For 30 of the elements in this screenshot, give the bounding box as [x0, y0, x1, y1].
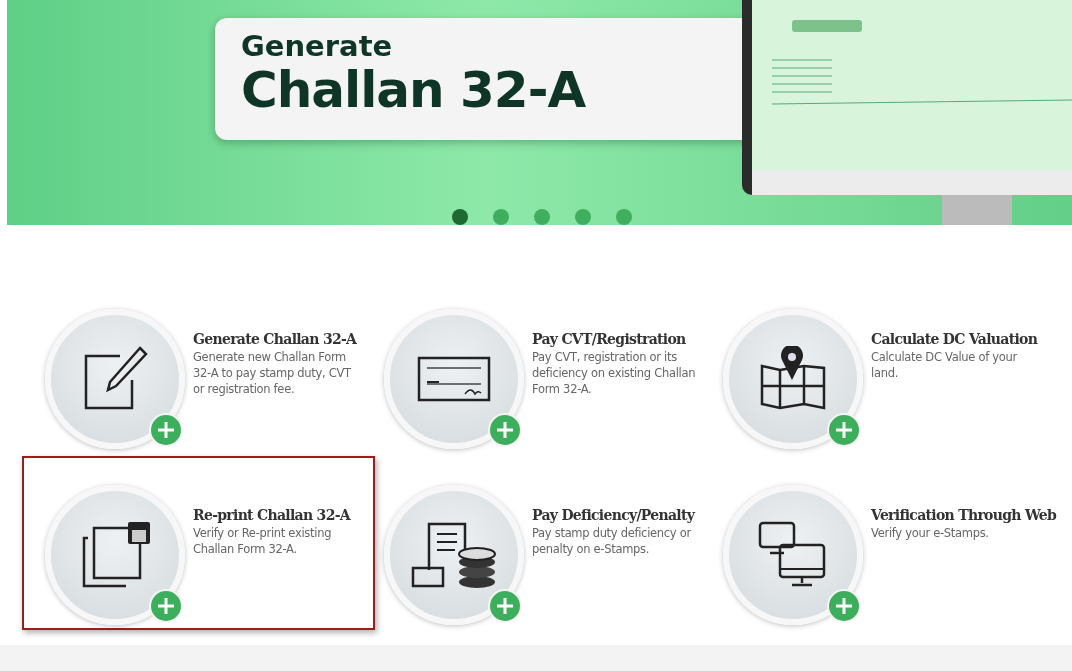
service-description: Pay CVT, registration or its deficiency on existing Challan Form 32-A. [532, 349, 697, 397]
service-description: Generate new Challan Form 32-A to pay stamp duty, CVT or registration fee. [193, 349, 352, 397]
carousel-dot[interactable] [616, 209, 632, 225]
add-icon[interactable] [488, 589, 522, 623]
service-description: Verify or Re-print existing Challan Form 32-A. [193, 525, 333, 557]
monitors-icon [758, 521, 828, 589]
carousel-dot[interactable] [534, 209, 550, 225]
banner-subtitle: Generate [241, 32, 393, 61]
receipt-coins-icon [409, 520, 499, 590]
carousel-dot[interactable] [493, 209, 509, 225]
service-title[interactable]: Calculate DC Valuation [871, 329, 1059, 349]
cheque-icon [417, 354, 491, 404]
service-description: Calculate DC Value of your land. [871, 349, 1019, 381]
map-icon [758, 346, 828, 412]
add-icon[interactable] [827, 589, 861, 623]
add-icon[interactable] [827, 413, 861, 447]
service-description: Pay stamp duty deficiency or penalty on e-Stamps. [532, 525, 693, 557]
service-title[interactable]: Re-print Challan 32-A [193, 505, 381, 525]
banner-title: Challan 32-A [241, 63, 586, 118]
service-title[interactable]: Generate Challan 32-A [193, 329, 381, 349]
add-icon[interactable] [488, 413, 522, 447]
service-title[interactable]: Pay CVT/Registration [532, 329, 720, 349]
add-icon[interactable] [149, 589, 183, 623]
service-title[interactable]: Pay Deficiency/Penalty [532, 505, 720, 525]
service-title[interactable]: Verification Through Web [871, 505, 1059, 525]
add-icon[interactable] [149, 413, 183, 447]
carousel-dot[interactable] [575, 209, 591, 225]
service-description: Verify your e-Stamps. [871, 525, 990, 541]
carousel-dot[interactable] [452, 209, 468, 225]
service-circle[interactable] [384, 485, 524, 625]
